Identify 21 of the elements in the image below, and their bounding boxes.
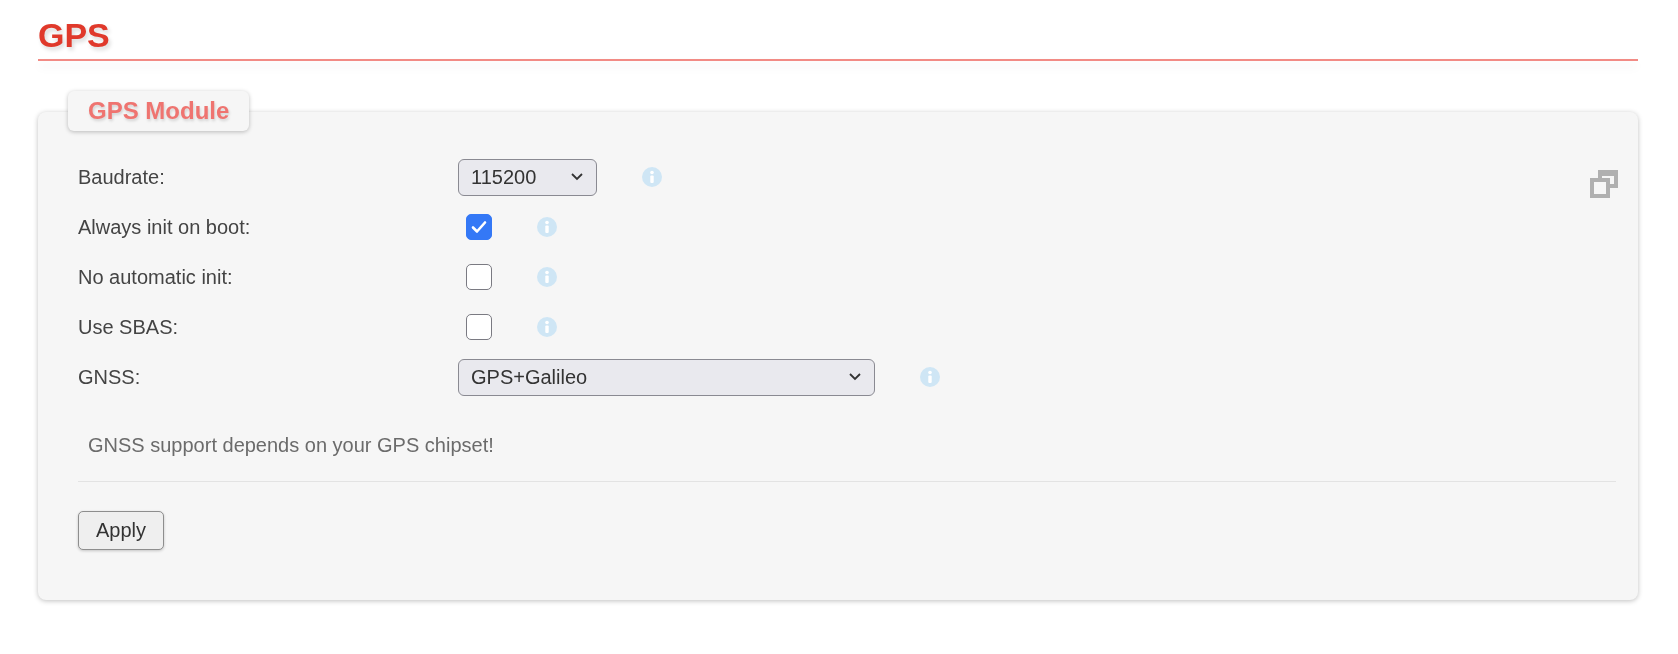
apply-button[interactable]: Apply <box>78 511 165 550</box>
dropdown[interactable]: GPS+Galileo <box>458 358 875 396</box>
note-text: GNSS support depends on your GPS chipset! <box>88 434 495 457</box>
panel-legend: GPS Module <box>68 91 250 131</box>
page-title: GPS <box>38 18 110 52</box>
field-label: Use SBAS: <box>78 315 180 339</box>
field-label: Always init on boot: <box>78 215 252 239</box>
info-icon <box>536 316 558 338</box>
info-icon <box>919 366 941 388</box>
info-icon <box>536 216 558 238</box>
checkbox[interactable] <box>466 264 492 290</box>
chevron-down-icon <box>570 172 584 182</box>
checkbox[interactable] <box>466 314 492 340</box>
chevron-down-icon <box>848 372 862 382</box>
field-label: No automatic init: <box>78 265 234 289</box>
field-label: Baudrate: <box>78 165 166 189</box>
info-icon <box>641 166 663 188</box>
info-icon <box>536 266 558 288</box>
checkbox[interactable] <box>466 214 492 240</box>
field-label: GNSS: <box>78 365 142 389</box>
dropdown[interactable]: 115200 <box>458 158 597 196</box>
